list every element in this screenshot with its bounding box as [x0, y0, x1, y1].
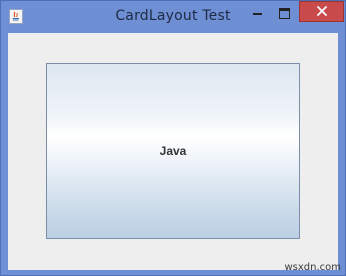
- app-window: CardLayout Test Java wsxdn.com: [0, 0, 346, 276]
- maximize-button[interactable]: [271, 1, 297, 23]
- card-label: Java: [159, 144, 187, 158]
- minimize-button[interactable]: [244, 1, 270, 23]
- card-button-java[interactable]: Java: [46, 63, 300, 239]
- title-bar[interactable]: CardLayout Test: [1, 1, 345, 33]
- watermark-text: wsxdn.com: [284, 262, 341, 273]
- close-button[interactable]: [299, 1, 344, 22]
- content-pane: Java: [8, 33, 338, 270]
- close-icon: [317, 6, 327, 16]
- maximize-icon: [279, 8, 290, 19]
- minimize-icon: [253, 13, 262, 15]
